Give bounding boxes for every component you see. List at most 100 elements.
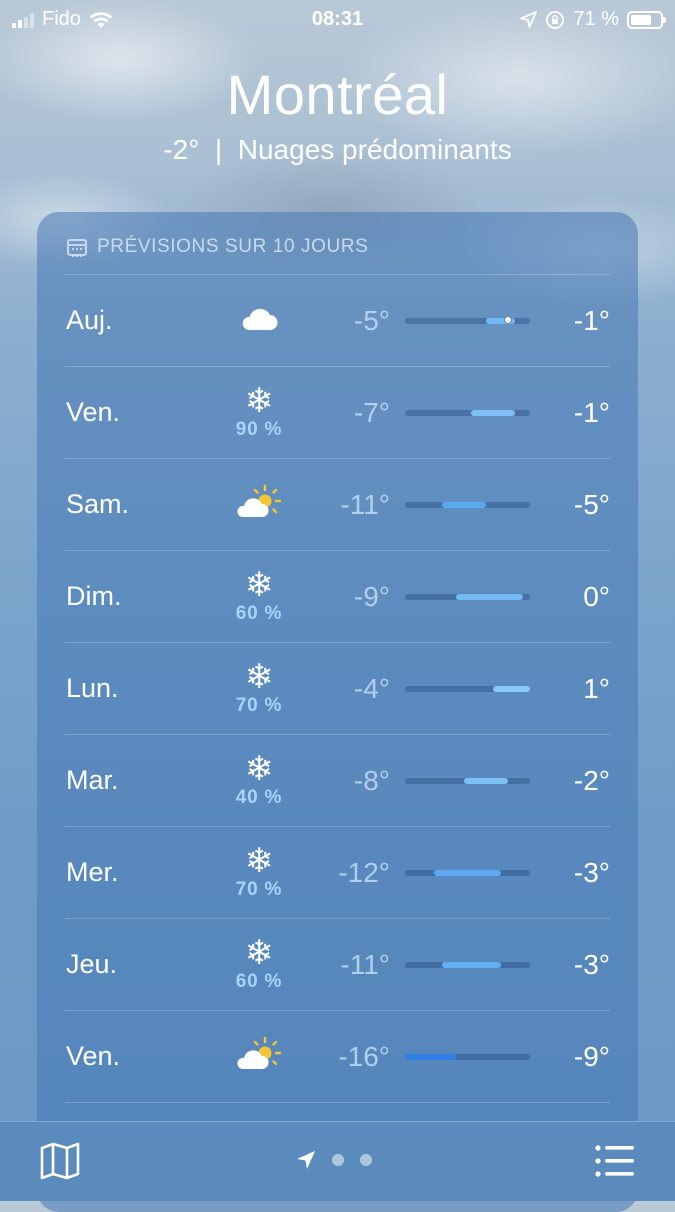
weather-icon-cell: ❄ 60 % bbox=[223, 551, 295, 642]
temp-range-fill bbox=[463, 778, 508, 784]
snowflake-icon: ❄ bbox=[244, 382, 274, 420]
orientation-lock-icon bbox=[546, 10, 565, 29]
temp-range-fill bbox=[434, 870, 501, 876]
precip-chance: 90 % bbox=[235, 419, 283, 440]
high-temp: 1° bbox=[583, 673, 610, 704]
weather-icon-cell bbox=[223, 459, 295, 550]
condition-text: Nuages prédominants bbox=[237, 134, 512, 165]
high-temp: -3° bbox=[573, 857, 610, 888]
low-temp: -16° bbox=[338, 1041, 390, 1072]
page-dot[interactable] bbox=[332, 1154, 344, 1166]
snowflake-icon: ❄ bbox=[244, 842, 274, 880]
high-temp: -2° bbox=[573, 765, 610, 796]
temp-range-bar bbox=[405, 778, 530, 784]
temp-range-bar bbox=[405, 502, 530, 508]
battery-icon bbox=[627, 10, 666, 29]
partly-sunny-icon bbox=[236, 484, 282, 525]
forecast-row: Jeu. ❄ 60 % -11° -3° bbox=[65, 918, 610, 1010]
high-temp: -3° bbox=[573, 949, 610, 980]
snowflake-icon: ❄ bbox=[244, 934, 274, 972]
snowflake-icon: ❄ bbox=[244, 658, 274, 696]
day-label: Ven. bbox=[66, 1041, 121, 1071]
precip-chance: 60 % bbox=[235, 603, 283, 624]
temp-range-fill bbox=[456, 594, 523, 600]
temp-range-bar bbox=[405, 686, 530, 692]
low-temp: -9° bbox=[353, 581, 390, 612]
weather-icon-cell bbox=[223, 275, 295, 366]
temp-range-fill bbox=[441, 962, 501, 968]
calendar-icon bbox=[67, 238, 87, 257]
city-name: Montréal bbox=[226, 63, 449, 126]
weather-icon-cell: ❄ 40 % bbox=[223, 735, 295, 826]
battery-percent: 71 % bbox=[573, 8, 619, 30]
forecast-title: PRÉVISIONS SUR 10 JOURS bbox=[97, 236, 369, 257]
low-temp: -11° bbox=[340, 489, 390, 520]
map-icon[interactable] bbox=[40, 1142, 80, 1180]
forecast-row: Dim. ❄ 60 % -9° 0° bbox=[65, 550, 610, 642]
forecast-row: Ven. -16° -9° bbox=[65, 1010, 610, 1102]
temp-range-bar bbox=[405, 316, 530, 324]
day-label: Mer. bbox=[66, 857, 119, 887]
precip-chance: 40 % bbox=[235, 787, 283, 808]
precip-chance: 70 % bbox=[235, 879, 283, 900]
bottom-toolbar bbox=[0, 1121, 675, 1201]
forecast-list: Auj. -5° -1° Ven. ❄ 90 % -7° -1° Sam. -11° -5° Dim.… bbox=[37, 274, 638, 1194]
location-arrow-icon[interactable] bbox=[296, 1150, 316, 1170]
temp-range-fill bbox=[471, 410, 516, 416]
high-temp: -9° bbox=[573, 1041, 610, 1072]
low-temp: -5° bbox=[353, 305, 390, 336]
precip-chance: 60 % bbox=[235, 971, 283, 992]
day-label: Sam. bbox=[66, 489, 130, 519]
high-temp: -5° bbox=[573, 489, 610, 520]
temp-range-bar bbox=[405, 870, 530, 876]
high-temp: 0° bbox=[583, 581, 610, 612]
temp-range-fill bbox=[493, 686, 530, 692]
forecast-row: Sam. -11° -5° bbox=[65, 458, 610, 550]
day-label: Jeu. bbox=[66, 949, 118, 979]
low-temp: -8° bbox=[353, 765, 390, 796]
high-temp: -1° bbox=[573, 305, 610, 336]
temp-range-bar bbox=[405, 594, 530, 600]
forecast-row: Mar. ❄ 40 % -8° -2° bbox=[65, 734, 610, 826]
temp-range-bar bbox=[405, 410, 530, 416]
forecast-row: Lun. ❄ 70 % -4° 1° bbox=[65, 642, 610, 734]
day-label: Dim. bbox=[66, 581, 122, 611]
temp-range-bar bbox=[405, 1054, 530, 1060]
precip-chance: 70 % bbox=[235, 695, 283, 716]
low-temp: -11° bbox=[340, 949, 390, 980]
current-conditions: -2° | Nuages prédominants bbox=[0, 134, 675, 166]
low-temp: -12° bbox=[338, 857, 390, 888]
status-bar: Fido 08:31 71 % bbox=[0, 0, 675, 40]
snowflake-icon: ❄ bbox=[244, 566, 274, 604]
low-temp: -4° bbox=[353, 673, 390, 704]
weather-icon-cell: ❄ 90 % bbox=[223, 367, 295, 458]
snowflake-icon: ❄ bbox=[244, 750, 274, 788]
temp-range-bar bbox=[405, 962, 530, 968]
day-label: Auj. bbox=[66, 305, 113, 335]
city-list-icon[interactable] bbox=[595, 1144, 635, 1178]
low-temp: -7° bbox=[353, 397, 390, 428]
day-label: Lun. bbox=[66, 673, 119, 703]
weather-icon-cell bbox=[223, 1011, 295, 1102]
high-temp: -1° bbox=[573, 397, 610, 428]
weather-icon-cell: ❄ 60 % bbox=[223, 919, 295, 1010]
cloud-icon bbox=[239, 304, 279, 337]
temp-range-fill bbox=[405, 1054, 457, 1060]
current-temp: -2° bbox=[163, 134, 200, 165]
current-temp-marker bbox=[503, 316, 512, 324]
temp-range-fill bbox=[441, 502, 486, 508]
forecast-header: PRÉVISIONS SUR 10 JOURS bbox=[67, 236, 368, 258]
page-indicator[interactable] bbox=[296, 1150, 372, 1170]
location-arrow-icon bbox=[520, 11, 538, 28]
day-label: Mar. bbox=[66, 765, 119, 795]
page-dot[interactable] bbox=[360, 1154, 372, 1166]
forecast-row: Ven. ❄ 90 % -7° -1° bbox=[65, 366, 610, 458]
partly-sunny-icon bbox=[236, 1036, 282, 1077]
forecast-card[interactable]: PRÉVISIONS SUR 10 JOURS Auj. -5° -1° Ven. ❄ 9… bbox=[37, 212, 638, 1212]
forecast-row: Mer. ❄ 70 % -12° -3° bbox=[65, 826, 610, 918]
weather-icon-cell: ❄ 70 % bbox=[223, 643, 295, 734]
forecast-row: Auj. -5° -1° bbox=[65, 274, 610, 366]
weather-icon-cell: ❄ 70 % bbox=[223, 827, 295, 918]
day-label: Ven. bbox=[66, 397, 121, 427]
separator: | bbox=[214, 134, 223, 165]
